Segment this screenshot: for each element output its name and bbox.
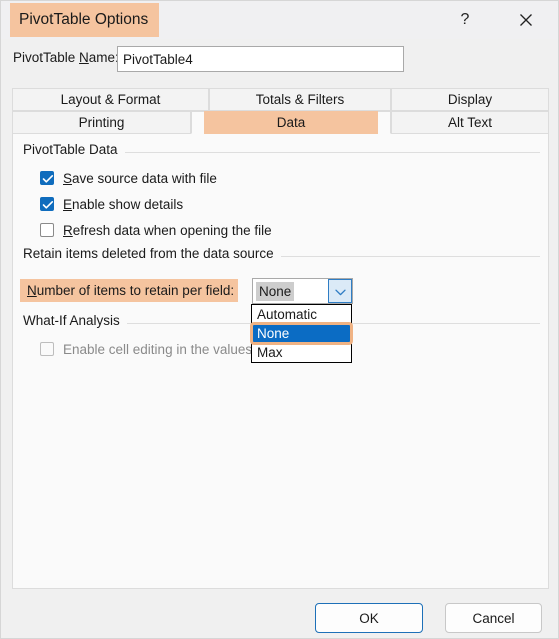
combobox-dropdown-button[interactable]	[328, 279, 352, 303]
checkbox-label-save-source-data: Save source data with file	[63, 171, 217, 186]
pivottable-name-row: PivotTable Name:	[1, 46, 558, 74]
accel-char: S	[63, 170, 73, 186]
ok-button-label: OK	[359, 610, 379, 626]
dropdown-option-max[interactable]: Max	[252, 343, 351, 362]
pivottable-options-dialog: PivotTable Options ? PivotTable Name: La…	[0, 0, 559, 639]
title-bar: PivotTable Options ?	[1, 1, 558, 39]
tab-row-2: Printing Data Alt Text	[12, 111, 549, 134]
checkbox-row-save-source-data[interactable]: Save source data with file	[40, 168, 217, 188]
retain-per-field-combobox[interactable]: None	[252, 278, 353, 304]
dropdown-option-none[interactable]: None	[250, 322, 353, 345]
checkbox-label-enable-show-details: Enable show details	[63, 197, 183, 212]
combobox-value: None	[256, 282, 295, 301]
label-rest: efresh data when opening the file	[72, 222, 272, 238]
dialog-title: PivotTable Options	[10, 3, 160, 37]
name-label-part1: PivotTable	[13, 50, 80, 65]
checkbox-row-refresh-data-on-open[interactable]: Refresh data when opening the file	[40, 220, 272, 240]
cancel-button-label: Cancel	[472, 610, 515, 626]
checkbox-row-enable-cell-editing: Enable cell editing in the values area	[40, 339, 283, 359]
tab-display[interactable]: Display	[391, 88, 549, 111]
pivottable-name-label: PivotTable Name:	[13, 50, 119, 65]
checkbox-enable-cell-editing	[40, 342, 54, 356]
close-icon	[519, 13, 533, 27]
tab-alt-text[interactable]: Alt Text	[391, 111, 549, 134]
tab-label: Layout & Format	[60, 92, 161, 107]
tab-label: Data	[204, 111, 378, 134]
question-mark-icon: ?	[460, 11, 470, 28]
dropdown-option-automatic[interactable]: Automatic	[252, 305, 351, 324]
checkbox-label-refresh-data-on-open: Refresh data when opening the file	[63, 223, 272, 238]
checkbox-enable-show-details[interactable]	[40, 197, 54, 211]
accel-char: N	[27, 283, 37, 298]
tab-label: Alt Text	[447, 115, 493, 130]
checkbox-save-source-data[interactable]	[40, 171, 54, 185]
close-button[interactable]	[504, 1, 548, 39]
tab-label: Totals & Filters	[255, 92, 345, 107]
pivottable-name-input[interactable]	[117, 46, 404, 72]
tab-row-1: Layout & Format Totals & Filters Display	[12, 88, 549, 111]
cancel-button[interactable]: Cancel	[445, 603, 542, 633]
retain-per-field-dropdown-list[interactable]: Automatic None Max	[250, 304, 353, 363]
tab-label: Printing	[78, 115, 125, 130]
help-button[interactable]: ?	[443, 1, 487, 39]
label-rest: umber of items to retain per field:	[36, 283, 235, 298]
group-label-what-if-analysis: What-If Analysis	[23, 313, 127, 328]
accel-char: E	[63, 196, 73, 212]
accel-char: R	[63, 222, 73, 238]
chevron-down-icon	[334, 284, 346, 299]
group-label-retain-items: Retain items deleted from the data sourc…	[23, 246, 281, 261]
retain-per-field-label: Number of items to retain per field:	[20, 279, 239, 302]
checkbox-row-enable-show-details[interactable]: Enable show details	[40, 194, 183, 214]
label-rest: ave source data with file	[72, 170, 217, 186]
tab-printing[interactable]: Printing	[12, 111, 191, 134]
tab-data[interactable]: Data	[191, 111, 391, 134]
tab-label: Display	[447, 92, 493, 107]
group-label-pivottable-data: PivotTable Data	[23, 142, 125, 157]
name-label-part2: ame:	[88, 50, 119, 65]
tab-layout-and-format[interactable]: Layout & Format	[12, 88, 209, 111]
tab-strip: Layout & Format Totals & Filters Display…	[12, 88, 549, 134]
checkbox-refresh-data-on-open[interactable]	[40, 223, 54, 237]
tab-totals-and-filters[interactable]: Totals & Filters	[209, 88, 391, 111]
checkbox-label-enable-cell-editing: Enable cell editing in the values area	[63, 341, 283, 357]
label-rest: nable show details	[72, 196, 184, 212]
name-label-accel: N	[79, 50, 89, 65]
ok-button[interactable]: OK	[315, 603, 423, 633]
